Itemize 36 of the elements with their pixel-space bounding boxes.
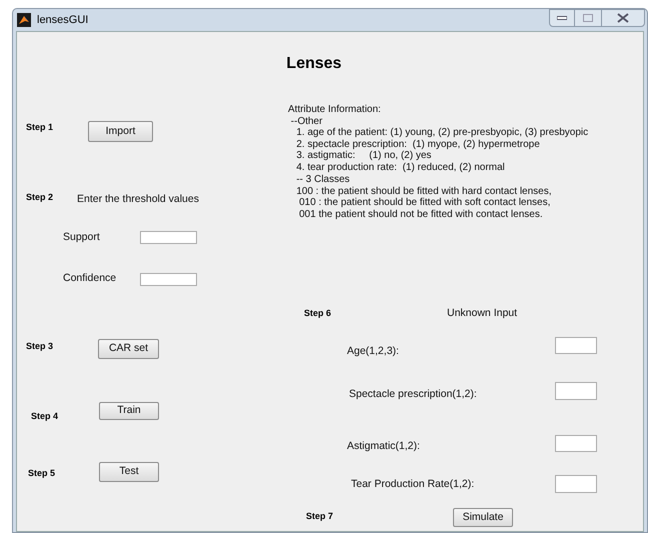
step-label: Step 3 [26, 340, 54, 353]
class-information: -- 3 Classes 100 : the patient should be fitted with hard contact lenses, 010 : the patient should be fitted with soft contact lenses, 001 the patient should not be fitted with contact lenses. [295, 174, 552, 220]
input-field[interactable] [555, 337, 597, 354]
input-field[interactable] [555, 382, 597, 400]
field-label: Age(1,2,3): [347, 344, 399, 359]
step-label: Step 2 [26, 191, 54, 204]
field-label: Astigmatic(1,2): [347, 439, 420, 454]
input-field[interactable] [140, 231, 197, 244]
field-label: Tear Production Rate(1,2): [351, 477, 474, 492]
action-button[interactable]: Train [99, 402, 159, 420]
action-button[interactable]: Import [88, 121, 153, 142]
minimize-icon [557, 16, 567, 20]
step-label: Step 1 [26, 121, 54, 134]
input-field[interactable] [140, 273, 197, 286]
step-label: Step 6 [304, 307, 332, 320]
minimize-button[interactable] [549, 9, 575, 27]
input-field[interactable] [555, 475, 597, 493]
step-label: Step 7 [306, 510, 334, 523]
maximize-icon [583, 14, 593, 22]
field-label: Enter the threshold values [77, 192, 199, 207]
window-title: lensesGUI [37, 12, 88, 28]
close-button[interactable] [601, 9, 645, 27]
step-label: Step 4 [31, 410, 58, 423]
action-button[interactable]: Simulate [453, 508, 513, 527]
field-label: Spectacle prescription(1,2): [349, 387, 477, 402]
field-label: Unknown Input [447, 306, 518, 321]
close-icon [617, 13, 629, 23]
field-label: Confidence [63, 271, 116, 286]
action-button[interactable]: CAR set [98, 339, 159, 359]
field-label: Support [63, 230, 100, 245]
step-label: Step 5 [28, 467, 56, 480]
heading: Lenses [285, 54, 343, 74]
input-field[interactable] [555, 435, 597, 452]
app-icon [17, 13, 31, 27]
attribute-information: Attribute Information: --Other 1. age of the patient: (1) young, (2) pre-presbyopic, (3) presbyopic 2. spectacle prescription: (1) myope, (2) hypermetrope 3. astigmatic: (1) no, (2) yes 4. tear production rate: (1) reduced, (2) normal [288, 104, 588, 174]
action-button[interactable]: Test [99, 462, 159, 482]
